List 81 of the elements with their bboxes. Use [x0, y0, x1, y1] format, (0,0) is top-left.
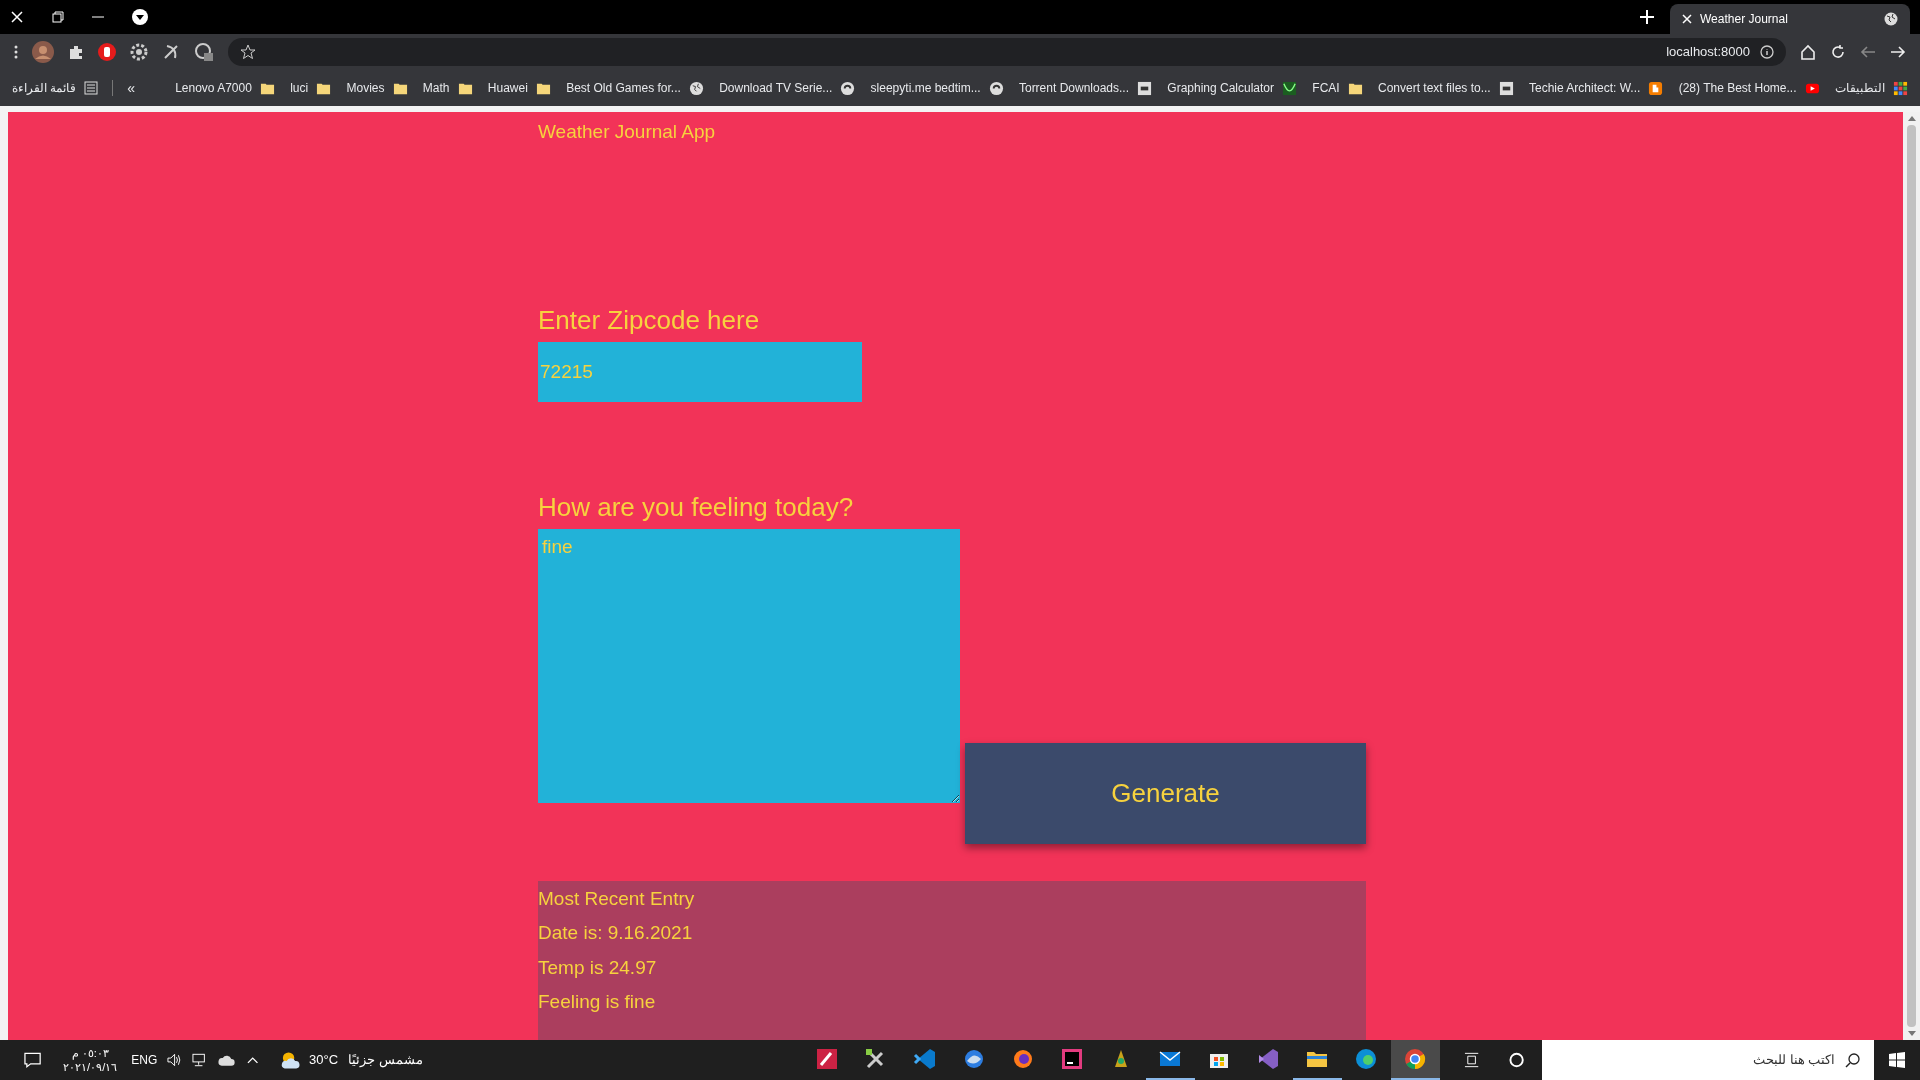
weather-text[interactable]: مشمس جزئيًا — [348, 1050, 423, 1070]
site-icon — [840, 80, 856, 96]
new-tab-icon[interactable] — [1640, 10, 1654, 24]
studio-icon — [1256, 1047, 1281, 1071]
forward-icon[interactable] — [1890, 44, 1906, 60]
app-title: Weather Journal App — [538, 120, 717, 144]
brush-icon — [815, 1047, 840, 1071]
extension-icon[interactable] — [194, 42, 214, 62]
overflow-chevron[interactable]: « — [127, 77, 136, 99]
entry-line: Temp is 24.97 — [538, 955, 658, 980]
bookmark[interactable]: (28) The Best Home... — [1678, 79, 1820, 97]
restore-icon[interactable] — [52, 11, 64, 23]
bookmark[interactable]: sleepyti.me bedtim... — [870, 79, 1004, 97]
bookmark[interactable]: Techie Architect: W... — [1529, 79, 1664, 97]
network-icon[interactable] — [192, 1053, 208, 1067]
site-icon — [1137, 80, 1152, 96]
entry-line: Date is: 9.16.2021 — [538, 921, 694, 945]
bookmark[interactable]: Download TV Serie... — [719, 79, 856, 97]
tab-title: Weather Journal — [1700, 11, 1789, 28]
cloud-icon[interactable] — [217, 1054, 235, 1066]
graph-icon — [1282, 80, 1298, 96]
windows-icon — [1889, 1052, 1906, 1068]
star-icon[interactable] — [240, 44, 256, 60]
close-icon[interactable] — [1682, 14, 1692, 24]
bookmark[interactable]: Convert text files to... — [1378, 79, 1514, 97]
cortana-icon[interactable] — [1508, 1052, 1525, 1068]
generate-button[interactable]: Generate — [965, 742, 1366, 844]
menu-icon[interactable] — [14, 45, 18, 59]
close-icon[interactable] — [10, 10, 24, 24]
grid-icon — [1892, 80, 1908, 96]
notification-icon[interactable] — [24, 1052, 42, 1068]
ide-icon — [1060, 1047, 1085, 1071]
puzzle-icon[interactable] — [68, 44, 84, 60]
url-text: localhost:8000 — [1666, 43, 1750, 62]
task-view-icon[interactable] — [1463, 1052, 1479, 1068]
clock-date[interactable]: ٢٠٢١/٠٩/١٦ — [63, 1060, 118, 1074]
reading-list-icon[interactable] — [84, 81, 99, 95]
stop-hand-icon[interactable] — [98, 43, 116, 61]
zipcode-label: Enter Zipcode here — [538, 303, 761, 337]
globe-icon — [1884, 12, 1898, 26]
bookmark[interactable]: luci — [290, 79, 332, 97]
bookmark[interactable]: Graphing Calculator — [1167, 79, 1298, 97]
taskbar-search-field[interactable]: اكتب هنا للبحث — [1542, 1040, 1875, 1080]
globe-icon — [688, 80, 704, 96]
reload-icon[interactable] — [1830, 44, 1846, 60]
language-indicator[interactable]: ENG — [131, 1051, 158, 1069]
blog-icon — [1648, 80, 1664, 96]
gear-icon[interactable] — [130, 43, 148, 61]
site-icon — [1498, 80, 1514, 96]
address-bar[interactable]: localhost:8000 — [228, 38, 1786, 66]
entry-line: Most Recent Entry — [538, 886, 696, 911]
weather-icon[interactable] — [280, 1050, 302, 1070]
chevron-up-icon[interactable] — [246, 1056, 259, 1064]
reading-list-label[interactable]: قائمة القراءة — [12, 79, 77, 97]
dropdown-icon[interactable] — [132, 9, 148, 25]
volume-icon[interactable] — [167, 1053, 183, 1067]
code-editor-icon — [913, 1047, 938, 1071]
bookmark[interactable]: Huawei — [487, 79, 551, 97]
browser-icon — [1403, 1047, 1428, 1071]
entry-line: Feeling is fine — [538, 990, 657, 1014]
bookmark[interactable]: Best Old Games for... — [566, 79, 704, 97]
bookmark[interactable]: FCAI — [1312, 79, 1363, 97]
browser-icon — [1354, 1047, 1379, 1071]
feeling-label: How are you feeling today? — [538, 490, 855, 524]
bookmark[interactable]: التطبيقات — [1834, 79, 1908, 97]
site-icon — [988, 80, 1004, 96]
browser-tab[interactable]: Weather Journal — [1670, 4, 1910, 34]
home-icon[interactable] — [1800, 44, 1816, 60]
scroll-up-icon[interactable] — [1907, 116, 1916, 121]
info-icon[interactable] — [1760, 45, 1774, 59]
scroll-down-icon[interactable] — [1907, 1031, 1916, 1036]
bookmark[interactable]: Movies — [346, 79, 408, 97]
back-icon[interactable] — [1860, 44, 1876, 60]
avatar-icon[interactable] — [32, 41, 54, 63]
clock-time[interactable]: ٠٥:٠٣ م — [71, 1046, 109, 1060]
search-icon — [1845, 1052, 1861, 1068]
bookmark[interactable]: Torrent Downloads... — [1018, 79, 1152, 97]
temperature-text[interactable]: 30°C — [309, 1050, 339, 1070]
extension-icon[interactable] — [162, 43, 180, 61]
bookmark[interactable]: Math — [422, 79, 473, 97]
bookmark[interactable]: Lenovo A7000 — [175, 79, 275, 97]
